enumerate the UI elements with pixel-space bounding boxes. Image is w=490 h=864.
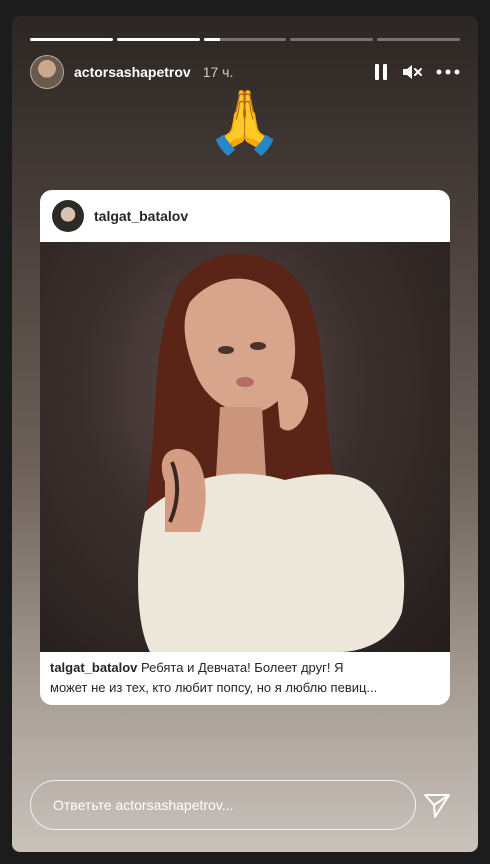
author-username[interactable]: actorsashapetrov (74, 64, 191, 80)
pause-icon[interactable] (374, 64, 388, 80)
post-header: talgat_batalov (40, 190, 450, 242)
progress-segment (377, 38, 460, 41)
post-author-username: talgat_batalov (94, 208, 189, 224)
speaker-muted-icon[interactable] (402, 63, 422, 81)
caption-text-1: Ребята и Девчата! Болеет друг! Я (141, 660, 344, 675)
progress-fill (30, 38, 113, 41)
post-photo (40, 242, 450, 652)
caption-line-2: может не из тех, кто любит попсу, но я л… (50, 680, 378, 695)
caption-line-1: talgat_batalov Ребята и Девчата! Болеет … (50, 658, 440, 678)
progress-segment (116, 38, 200, 41)
praying-hands-sticker: 🙏 (206, 88, 284, 157)
progress-fill (116, 38, 200, 41)
story-viewer: actorsashapetrov 17 ч. 🙏 talgat_batalov (12, 16, 478, 852)
story-controls (374, 63, 460, 81)
progress-segment (290, 38, 374, 41)
reply-placeholder: Ответьте actorsashapetrov... (53, 797, 234, 813)
reply-input[interactable]: Ответьте actorsashapetrov... (30, 780, 416, 830)
caption-username: talgat_batalov (50, 660, 138, 675)
more-horizontal-icon[interactable] (436, 69, 460, 75)
progress-fill (203, 38, 221, 41)
post-caption: talgat_batalov Ребята и Девчата! Болеет … (50, 658, 440, 698)
story-progress (30, 38, 460, 41)
story-header: actorsashapetrov 17 ч. (30, 54, 460, 90)
author-avatar[interactable] (30, 55, 64, 89)
progress-segment (203, 38, 287, 41)
post-author-avatar (52, 200, 84, 232)
paper-plane-icon[interactable] (422, 790, 452, 820)
progress-segment (30, 38, 113, 41)
story-timestamp: 17 ч. (202, 64, 234, 80)
shared-post-card[interactable]: talgat_batalov talgat_batalov Ребята и Д… (40, 190, 450, 705)
